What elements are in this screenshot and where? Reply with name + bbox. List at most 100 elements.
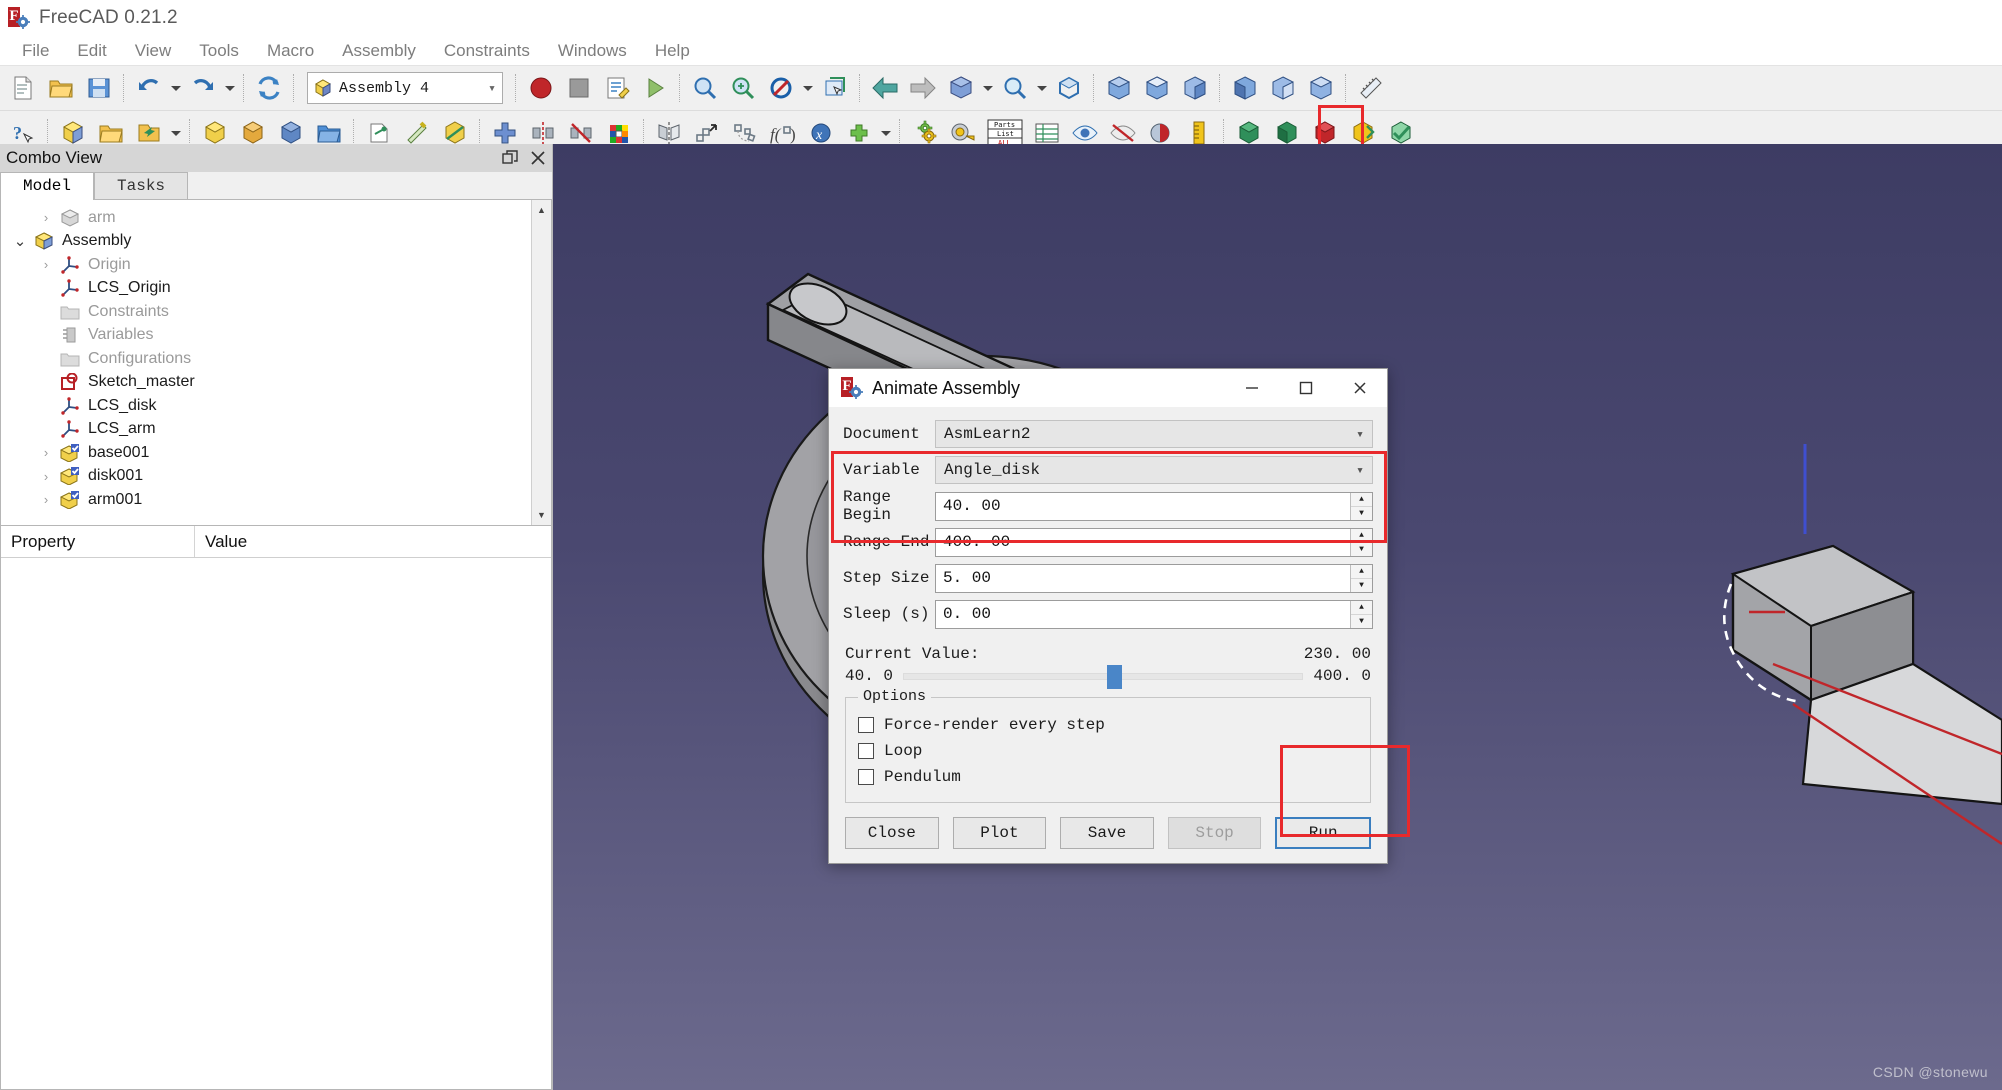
tree-item-base001[interactable]: › base001 [1,441,551,465]
loop-checkbox[interactable] [858,743,874,759]
zoom-dropdown-arrow[interactable] [1034,69,1050,107]
tree-expand-chevron-icon[interactable]: › [35,257,57,272]
save-document-button[interactable] [80,69,118,107]
close-button[interactable]: Close [845,817,939,849]
chevron-down-icon[interactable]: ▾ [488,81,496,96]
selection-view-button[interactable] [816,69,854,107]
range-begin-input[interactable] [936,492,1350,520]
force-render-checkbox[interactable] [858,717,874,733]
fit-all-button[interactable] [686,69,724,107]
tree-item-lcs_arm[interactable]: LCS_arm [1,418,551,442]
range-end-step-down-icon[interactable]: ▼ [1351,543,1372,556]
variable-select[interactable]: Angle_disk ▾ [935,456,1373,484]
right-view-button[interactable] [1176,69,1214,107]
range-end-input[interactable] [936,528,1350,556]
plot-button[interactable]: Plot [952,817,1047,849]
tree-item-arm001[interactable]: › arm001 [1,488,551,512]
run-button[interactable]: Run [1275,817,1371,849]
refresh-button[interactable] [250,69,288,107]
tree-item-constraints[interactable]: Constraints [1,300,551,324]
step-size-spinbox[interactable]: ▲ ▼ [935,563,1373,593]
menu-macro[interactable]: Macro [253,38,328,64]
value-slider-thumb[interactable] [1107,664,1123,689]
macro-stop-button[interactable] [560,69,598,107]
undo-button[interactable] [130,69,168,107]
maximize-icon[interactable] [1279,369,1333,407]
tree-scrollbar[interactable]: ▲ ▼ [531,200,551,525]
macro-execute-button[interactable] [636,69,674,107]
menu-windows[interactable]: Windows [544,38,641,64]
sleep-step-up-icon[interactable]: ▲ [1351,601,1372,615]
new-document-button[interactable] [4,69,42,107]
value-slider[interactable] [903,664,1304,689]
step-size-step-up-icon[interactable]: ▲ [1351,565,1372,579]
zoom-tool-button[interactable] [996,69,1034,107]
redo-button[interactable] [184,69,222,107]
menu-constraints[interactable]: Constraints [430,38,544,64]
tree-collapse-chevron-icon[interactable]: ⌄ [9,232,31,250]
sleep-step-down-icon[interactable]: ▼ [1351,615,1372,628]
measure-button[interactable] [1352,69,1390,107]
front-view-button[interactable] [1100,69,1138,107]
option-loop[interactable]: Loop [858,738,1358,764]
axonometric-view-button[interactable] [942,69,980,107]
open-document-button[interactable] [42,69,80,107]
tree-item-variables[interactable]: Variables [1,324,551,348]
tree-item-configurations[interactable]: Configurations [1,347,551,371]
menu-view[interactable]: View [121,38,186,64]
menu-file[interactable]: File [8,38,63,64]
tree-expand-chevron-icon[interactable]: › [35,210,57,225]
top-view-button[interactable] [1138,69,1176,107]
sleep-input[interactable] [936,600,1350,628]
nav-forward-button[interactable] [904,69,942,107]
range-begin-step-up-icon[interactable]: ▲ [1351,493,1372,507]
range-end-spinbox[interactable]: ▲ ▼ [935,527,1373,557]
rear-view-button[interactable] [1226,69,1264,107]
float-window-icon[interactable] [502,150,518,166]
option-force-render[interactable]: Force-render every step [858,712,1358,738]
undo-dropdown-arrow[interactable] [168,69,184,107]
tree-expand-chevron-icon[interactable]: › [35,469,57,484]
isometric-view-button[interactable] [1050,69,1088,107]
fit-selection-button[interactable] [724,69,762,107]
workbench-selector[interactable]: Assembly 4 ▾ [307,72,503,104]
tree-item-assembly[interactable]: ⌄ Assembly [1,230,551,254]
menu-help[interactable]: Help [641,38,704,64]
range-end-step-up-icon[interactable]: ▲ [1351,529,1372,543]
step-size-input[interactable] [936,564,1350,592]
range-begin-spinbox[interactable]: ▲ ▼ [935,491,1373,521]
draw-style-button[interactable] [762,69,800,107]
nav-back-button[interactable] [866,69,904,107]
close-icon[interactable] [530,150,546,166]
close-icon[interactable] [1333,369,1387,407]
tab-tasks[interactable]: Tasks [94,172,189,200]
macro-edit-button[interactable] [598,69,636,107]
tree-expand-chevron-icon[interactable]: › [35,492,57,507]
pendulum-checkbox[interactable] [858,769,874,785]
scroll-up-icon[interactable]: ▲ [532,200,551,220]
macro-record-button[interactable] [522,69,560,107]
view-dropdown-arrow[interactable] [980,69,996,107]
step-size-step-down-icon[interactable]: ▼ [1351,579,1372,592]
redo-dropdown-arrow[interactable] [222,69,238,107]
sleep-spinbox[interactable]: ▲ ▼ [935,599,1373,629]
left-view-button[interactable] [1302,69,1340,107]
save-button[interactable]: Save [1060,817,1154,849]
tree-expand-chevron-icon[interactable]: › [35,445,57,460]
tree-item-origin[interactable]: › Origin [1,253,551,277]
scroll-down-icon[interactable]: ▼ [532,505,551,525]
tree-item-sketch_master[interactable]: Sketch_master [1,371,551,395]
menu-assembly[interactable]: Assembly [328,38,430,64]
tree-item-disk001[interactable]: › disk001 [1,465,551,489]
document-select[interactable]: AsmLearn2 ▾ [935,420,1373,448]
menu-edit[interactable]: Edit [63,38,120,64]
menu-tools[interactable]: Tools [185,38,253,64]
option-pendulum[interactable]: Pendulum [858,764,1358,790]
draw-style-dropdown-arrow[interactable] [800,69,816,107]
tree-item-lcs_origin[interactable]: LCS_Origin [1,277,551,301]
minimize-icon[interactable] [1225,369,1279,407]
range-begin-step-down-icon[interactable]: ▼ [1351,507,1372,520]
tree-item-arm[interactable]: › arm [1,206,551,230]
tree-item-lcs_disk[interactable]: LCS_disk [1,394,551,418]
bottom-view-button[interactable] [1264,69,1302,107]
